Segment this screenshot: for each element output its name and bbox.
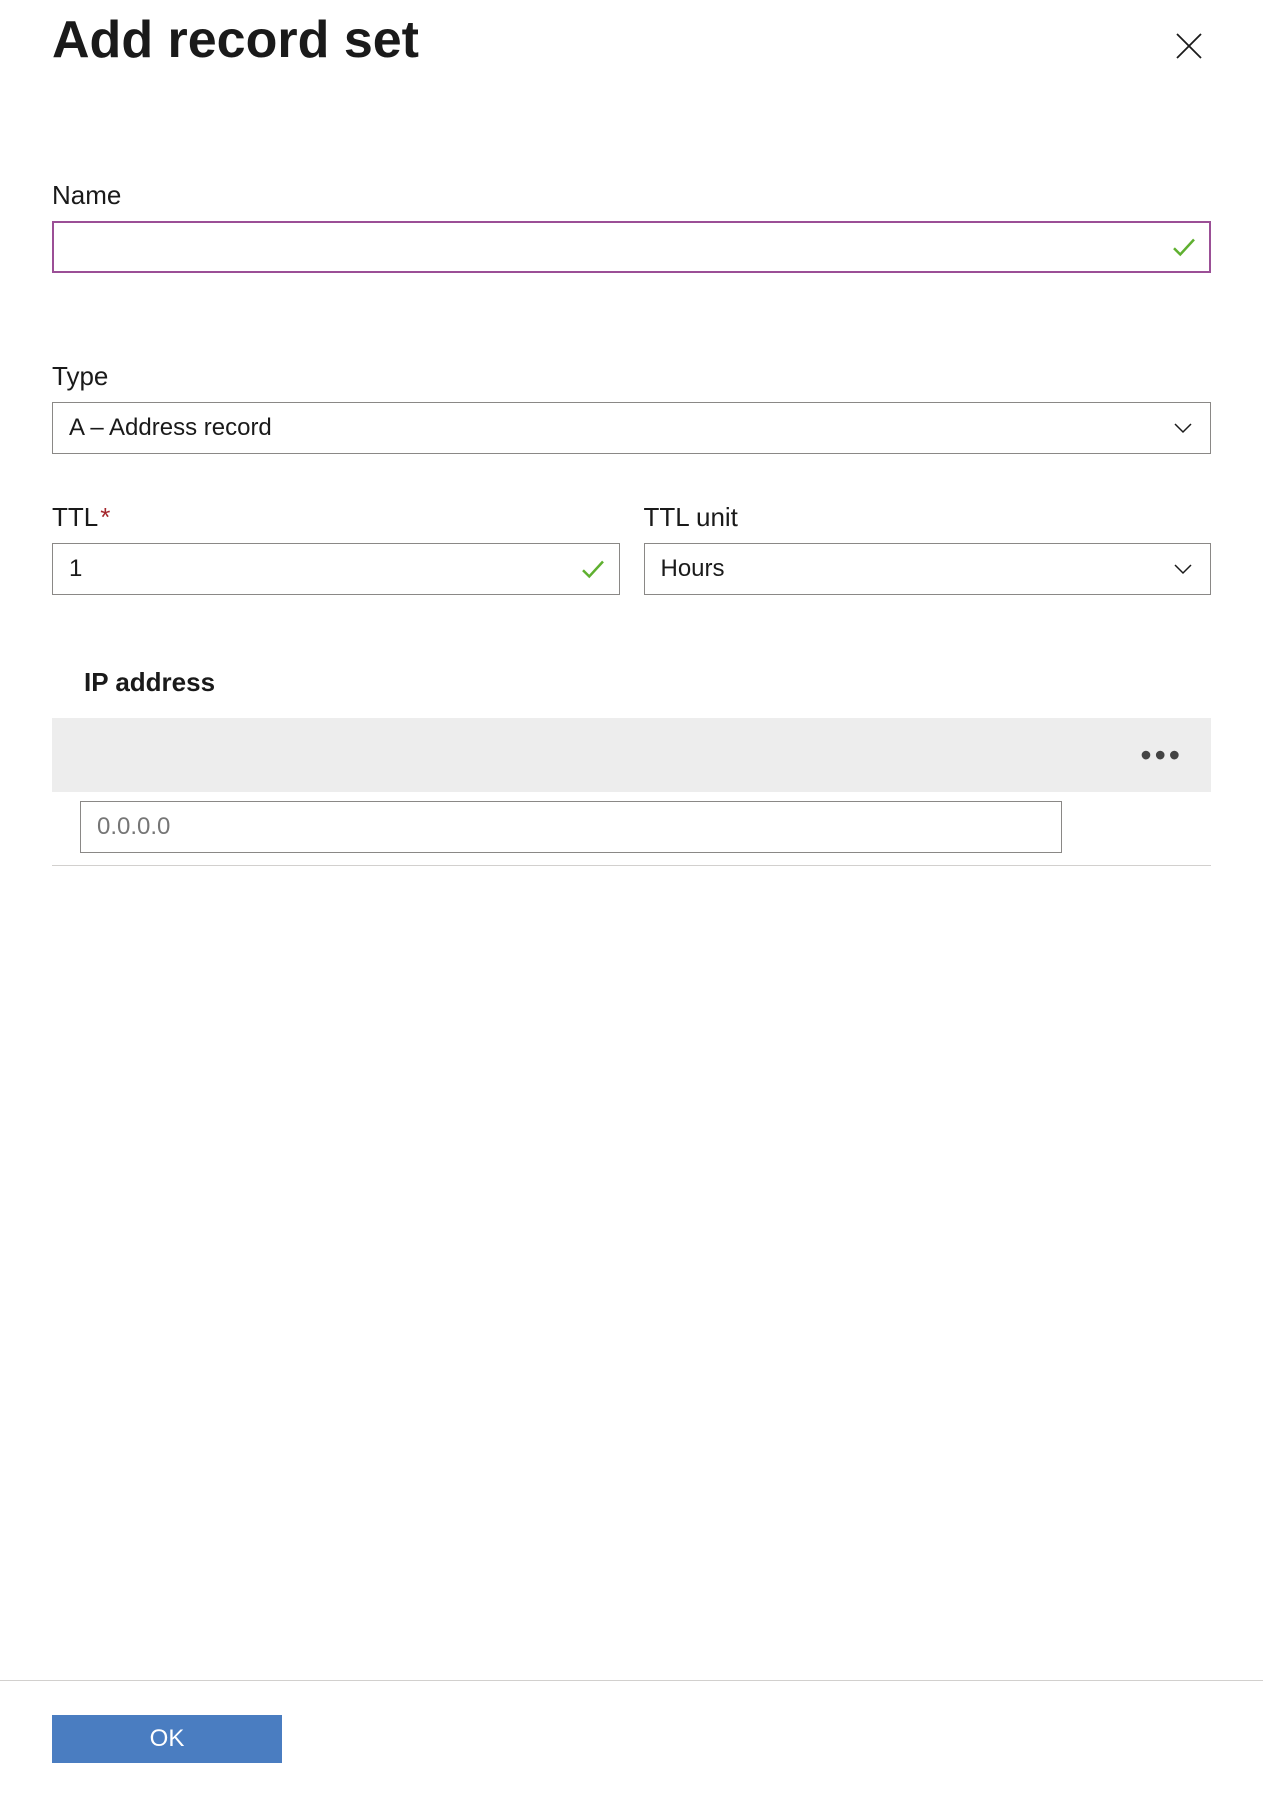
ttl-unit-selected-value: Hours [661,555,725,583]
ttl-field-group: TTL* [52,502,620,595]
name-field-group: Name [52,180,1211,273]
ok-button[interactable]: OK [52,1715,282,1763]
ttl-input[interactable] [52,543,620,595]
ttl-unit-select[interactable]: Hours [644,543,1212,595]
ttl-unit-label: TTL unit [644,502,1212,533]
chevron-down-icon [1171,416,1195,440]
name-input-wrapper [52,221,1211,273]
type-selected-value: A – Address record [69,414,272,442]
close-button[interactable] [1171,10,1211,69]
ip-address-banner: ••• [52,718,1211,792]
form-content: Name Type A – Address record TTL* [0,70,1263,1680]
ttl-input-wrapper [52,543,620,595]
required-indicator: * [100,502,110,532]
ip-input-row [52,792,1211,866]
ttl-row: TTL* TTL unit Hours [52,502,1211,643]
name-input[interactable] [52,221,1211,273]
chevron-down-icon [1171,557,1195,581]
type-select-wrapper: A – Address record [52,402,1211,454]
more-options-button[interactable]: ••• [1140,739,1183,771]
type-label: Type [52,361,1211,392]
panel-header: Add record set [0,0,1263,70]
ttl-label: TTL* [52,502,620,533]
check-icon [578,554,608,584]
close-icon [1171,28,1207,64]
ttl-unit-select-wrapper: Hours [644,543,1212,595]
ellipsis-icon: ••• [1140,737,1183,773]
panel-footer: OK [0,1680,1263,1797]
ip-address-section: IP address ••• [52,667,1211,866]
ip-address-input[interactable] [80,801,1062,853]
type-field-group: Type A – Address record [52,361,1211,454]
name-label: Name [52,180,1211,211]
page-title: Add record set [52,10,419,70]
ip-address-header: IP address [52,667,1211,698]
type-select[interactable]: A – Address record [52,402,1211,454]
ttl-unit-field-group: TTL unit Hours [644,502,1212,595]
check-icon [1169,232,1199,262]
